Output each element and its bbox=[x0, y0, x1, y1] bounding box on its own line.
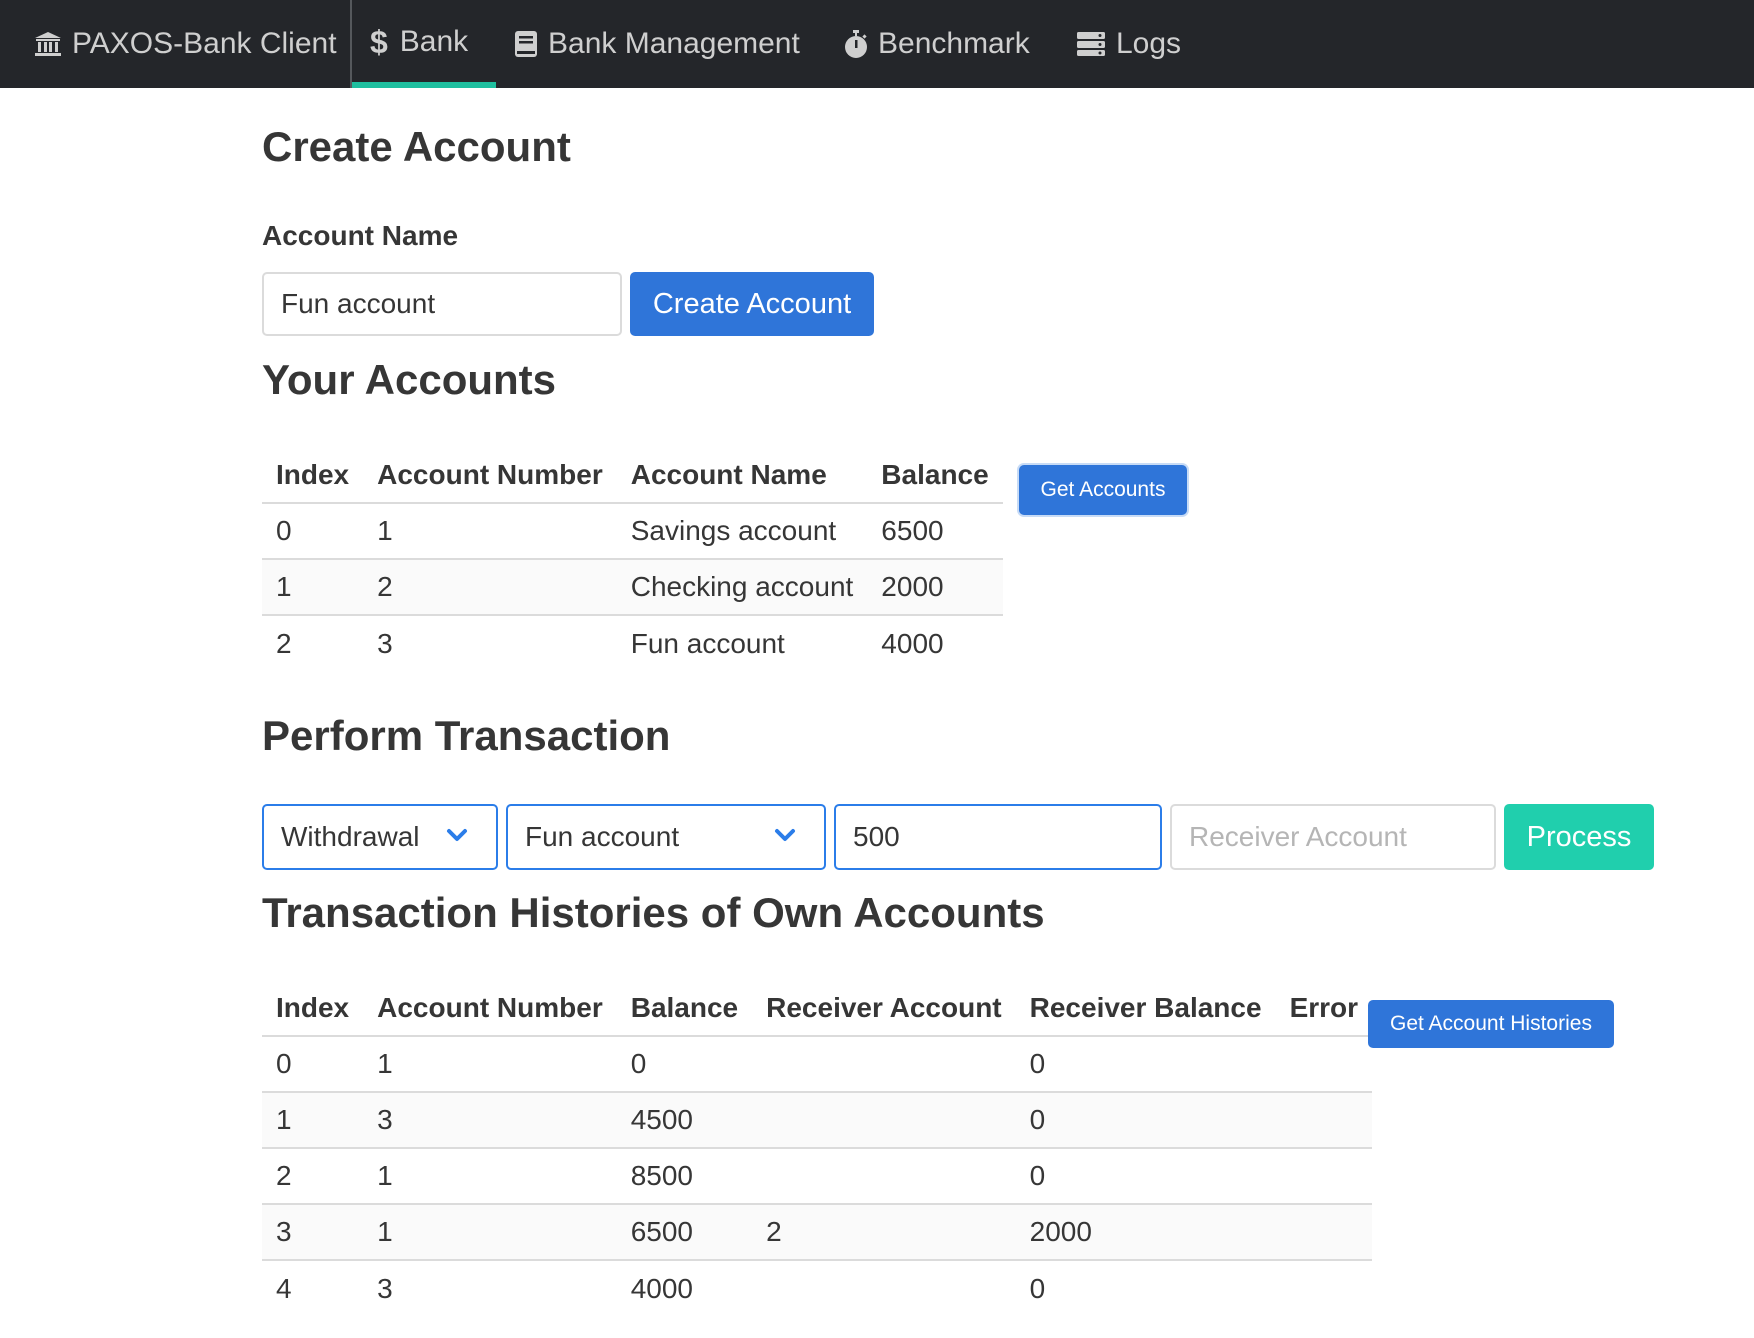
dollar-icon: $ bbox=[370, 23, 388, 60]
cell-index: 3 bbox=[262, 1204, 364, 1261]
cell-error bbox=[1275, 1148, 1373, 1205]
cell-account-number: 2 bbox=[363, 559, 617, 616]
cell-account-number: 3 bbox=[363, 1092, 617, 1149]
process-button[interactable]: Process bbox=[1504, 804, 1654, 870]
table-row: 0 1 0 0 bbox=[262, 1036, 1373, 1093]
table-row: 2 3 Fun account 4000 bbox=[262, 615, 1003, 671]
cell-receiver-account bbox=[752, 1036, 1016, 1093]
cell-index: 1 bbox=[262, 1092, 364, 1149]
cell-account-name: Fun account bbox=[630, 627, 785, 659]
table-header-row: Index Account Number Balance Receiver Ac… bbox=[262, 980, 1373, 1037]
account-select[interactable]: Fun account bbox=[506, 804, 826, 870]
cell-index: 1 bbox=[262, 559, 364, 616]
account-name-label: Account Name bbox=[262, 220, 459, 251]
cell-receiver-account bbox=[752, 1092, 1016, 1149]
cell-balance: 2000 bbox=[867, 559, 1003, 616]
perform-transaction-heading: Perform Transaction bbox=[262, 712, 671, 759]
table-row: 1 2 Checking account 2000 bbox=[262, 559, 1003, 616]
cell-error bbox=[1276, 1260, 1372, 1316]
cell-account-number: 1 bbox=[363, 1036, 617, 1093]
histories-table: Index Account Number Balance Receiver Ac… bbox=[262, 980, 1373, 1316]
get-accounts-button[interactable]: Get Accounts bbox=[1019, 465, 1187, 515]
cell-index: 0 bbox=[262, 1036, 364, 1093]
table-row: 2 1 8500 0 bbox=[262, 1148, 1373, 1205]
book-icon bbox=[515, 31, 537, 57]
table-row: 3 1 6500 2 2000 bbox=[262, 1204, 1373, 1261]
nav-item-bank[interactable]: $ Bank bbox=[352, 0, 496, 88]
server-icon bbox=[1077, 32, 1105, 56]
chevron-down-icon bbox=[775, 829, 795, 841]
cell-balance: 4000 bbox=[630, 1272, 694, 1304]
nav-item-bank-management[interactable]: Bank Management bbox=[514, 0, 800, 88]
nav-item-logs[interactable]: Logs bbox=[1076, 0, 1181, 88]
cell-balance: 6500 bbox=[616, 1204, 753, 1261]
cell-index: 0 bbox=[262, 503, 364, 560]
cell-receiver-balance: 0 bbox=[1015, 1148, 1276, 1205]
cell-error bbox=[1275, 1092, 1373, 1149]
account-select-value: Fun account bbox=[525, 821, 680, 852]
cell-receiver-balance: 0 bbox=[1015, 1036, 1276, 1093]
stopwatch-icon bbox=[845, 30, 867, 58]
cell-account-number: 1 bbox=[363, 1148, 617, 1205]
cell-index: 2 bbox=[276, 627, 292, 659]
table-row: 0 1 Savings account 6500 bbox=[262, 503, 1003, 560]
nav-brand-label: PAXOS-Bank Client bbox=[72, 27, 337, 60]
col-index: Index bbox=[262, 980, 364, 1037]
cell-error bbox=[1275, 1204, 1373, 1261]
active-tab-indicator bbox=[352, 82, 496, 88]
cell-balance: 6500 bbox=[867, 503, 1003, 560]
cell-account-name: Checking account bbox=[616, 559, 868, 616]
top-navbar: PAXOS-Bank Client $ Bank Bank Management… bbox=[0, 0, 1754, 88]
cell-balance: 8500 bbox=[616, 1148, 753, 1205]
nav-item-benchmark[interactable]: Benchmark bbox=[844, 0, 1030, 88]
account-name-input[interactable] bbox=[262, 272, 622, 336]
get-account-histories-button[interactable]: Get Account Histories bbox=[1368, 1000, 1614, 1048]
bank-icon bbox=[35, 32, 61, 56]
col-receiver-balance: Receiver Balance bbox=[1015, 980, 1276, 1037]
table-row: 4 3 4000 0 bbox=[262, 1260, 1372, 1316]
transaction-type-value: Withdrawal bbox=[281, 821, 420, 852]
col-account-name: Account Name bbox=[616, 447, 868, 504]
cell-account-number: 3 bbox=[377, 627, 393, 659]
cell-receiver-account bbox=[752, 1260, 1016, 1316]
your-accounts-heading: Your Accounts bbox=[262, 356, 557, 403]
cell-account-name: Savings account bbox=[616, 503, 868, 560]
col-error: Error bbox=[1275, 980, 1373, 1037]
create-account-heading: Create Account bbox=[262, 123, 571, 170]
nav-item-bank-label: Bank bbox=[399, 25, 469, 58]
chevron-down-icon bbox=[447, 829, 467, 841]
cell-account-number: 1 bbox=[363, 1204, 617, 1261]
cell-account-number: 3 bbox=[377, 1272, 393, 1304]
cell-index: 2 bbox=[262, 1148, 364, 1205]
col-index: Index bbox=[262, 447, 364, 504]
nav-item-logs-label: Logs bbox=[1116, 27, 1182, 60]
col-balance: Balance bbox=[867, 447, 1003, 504]
cell-balance: 0 bbox=[616, 1036, 753, 1093]
col-receiver-account: Receiver Account bbox=[752, 980, 1016, 1037]
col-account-number: Account Number bbox=[363, 447, 617, 504]
cell-account-number: 1 bbox=[363, 503, 617, 560]
table-row: 1 3 4500 0 bbox=[262, 1092, 1373, 1149]
table-header-row: Index Account Number Account Name Balanc… bbox=[262, 447, 1003, 504]
transaction-type-select[interactable]: Withdrawal bbox=[262, 804, 498, 870]
accounts-table: Index Account Number Account Name Balanc… bbox=[262, 447, 1003, 671]
nav-item-bank-management-label: Bank Management bbox=[548, 27, 800, 60]
amount-input[interactable] bbox=[834, 804, 1162, 870]
transaction-histories-heading: Transaction Histories of Own Accounts bbox=[262, 889, 1045, 936]
create-account-button[interactable]: Create Account bbox=[630, 272, 874, 336]
cell-receiver-balance: 2000 bbox=[1015, 1204, 1276, 1261]
cell-receiver-balance: 0 bbox=[1029, 1272, 1046, 1304]
receiver-account-input[interactable] bbox=[1170, 804, 1496, 870]
cell-receiver-account bbox=[752, 1148, 1016, 1205]
cell-index: 4 bbox=[276, 1272, 292, 1304]
nav-item-benchmark-label: Benchmark bbox=[878, 27, 1030, 60]
cell-balance: 4000 bbox=[881, 627, 944, 659]
col-balance: Balance bbox=[616, 980, 753, 1037]
cell-error bbox=[1275, 1036, 1373, 1093]
cell-balance: 4500 bbox=[616, 1092, 753, 1149]
nav-brand[interactable]: PAXOS-Bank Client bbox=[34, 0, 337, 88]
cell-receiver-balance: 0 bbox=[1015, 1092, 1276, 1149]
cell-receiver-account: 2 bbox=[752, 1204, 1016, 1261]
col-account-number: Account Number bbox=[363, 980, 617, 1037]
